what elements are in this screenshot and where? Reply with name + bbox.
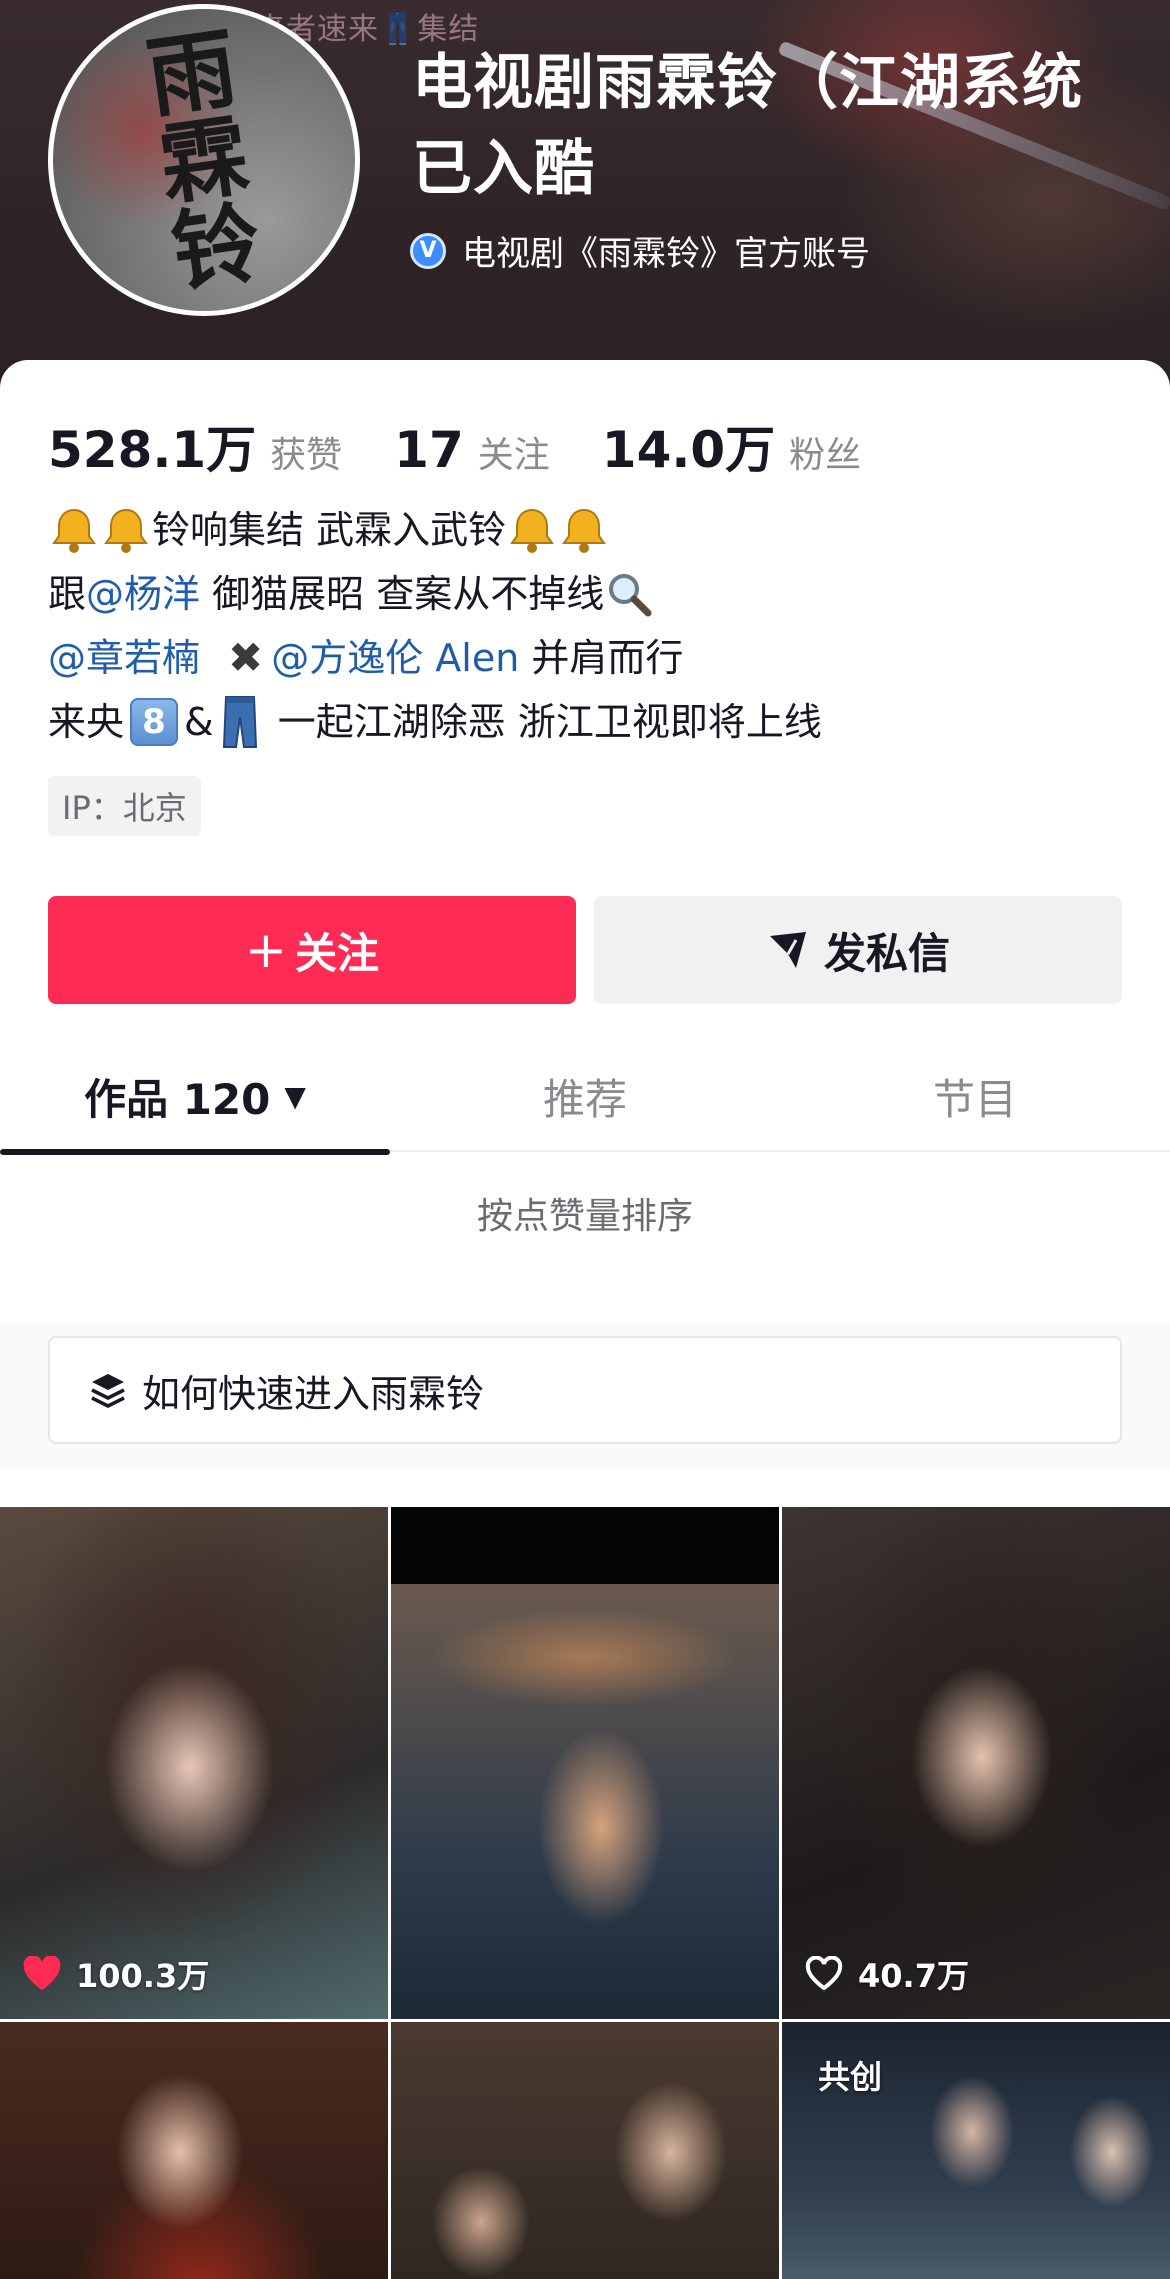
stat-followers[interactable]: 14.0万 粉丝 [602, 410, 861, 482]
bio-line: 来央 8 & 一起江湖除恶 浙江卫视即将上线 [48, 690, 1128, 754]
bio-text: 来央 [48, 700, 125, 744]
tab-label: 推荐 [542, 1074, 627, 1124]
avatar-logo: 雨 霖 铃 [53, 9, 355, 311]
keycap-number-icon: 8 [130, 698, 179, 746]
heart-outline-icon [805, 1956, 843, 1991]
ip-location-tag: IP：北京 [48, 776, 201, 836]
message-button-label: 发私信 [823, 928, 950, 978]
stat-value: 528.1万 [48, 421, 257, 479]
collection-label: 如何快速进入雨霖铃 [142, 1371, 485, 1416]
avatar-logo-char: 铃 [165, 189, 268, 305]
tab-label: 作品 120 [84, 1074, 271, 1124]
bell-icon [100, 504, 152, 556]
like-count-value: 40.7万 [858, 1957, 969, 1995]
plus-icon: + [245, 921, 287, 979]
bell-icon [506, 504, 558, 556]
stat-label: 获赞 [270, 435, 343, 476]
bio-text: 一起江湖除恶 浙江卫视即将上线 [265, 700, 822, 744]
bio-text: 铃响集结 武霖入武铃 [152, 508, 507, 552]
tab-programs[interactable]: 节目 [780, 1040, 1170, 1152]
tab-recommended[interactable]: 推荐 [390, 1040, 780, 1152]
jeans-icon [214, 695, 266, 749]
send-icon [769, 932, 806, 968]
bio: 铃响集结 武霖入武铃 跟 @杨洋 御猫展昭 查案从不掉线 @章若楠 ✖ @方逸伦… [48, 498, 1128, 754]
profile-banner: 来者速来👖集结 雨 霖 铃 电视剧雨霖铃（江湖系统已入酷 V 电视剧《雨霖铃》官… [0, 0, 1170, 400]
like-count: 100.3万 [22, 1951, 209, 1997]
video-thumbnail[interactable] [0, 2022, 388, 2279]
tab-label: 节目 [932, 1074, 1017, 1124]
layers-icon [91, 1374, 125, 1408]
collection-entry[interactable]: 如何快速进入雨霖铃 [48, 1336, 1122, 1444]
tab-works[interactable]: 作品 120 ▼ [0, 1040, 390, 1155]
mention-link[interactable]: @杨洋 [86, 562, 200, 626]
stats-row: 528.1万 获赞 17 关注 14.0万 粉丝 [48, 410, 913, 482]
mention-link[interactable]: @方逸伦 Alen [271, 626, 519, 690]
bio-line: @章若楠 ✖ @方逸伦 Alen 并肩而行 [48, 626, 1128, 690]
bio-text: 御猫展昭 查案从不掉线 [200, 572, 605, 616]
message-button[interactable]: 发私信 [594, 896, 1122, 1004]
bio-line: 铃响集结 武霖入武铃 [48, 498, 1128, 562]
heart-filled-icon [23, 1956, 61, 1990]
verification-row: V 电视剧《雨霖铃》官方账号 [410, 226, 870, 275]
avatar[interactable]: 雨 霖 铃 [48, 4, 360, 316]
video-thumbnail[interactable] [391, 2022, 779, 2279]
follow-button[interactable]: + 关注 [48, 896, 576, 1004]
profile-tabs: 作品 120 ▼ 推荐 节目 [0, 1040, 1170, 1155]
verification-text: 电视剧《雨霖铃》官方账号 [462, 234, 870, 274]
sort-by-likes[interactable]: 按点赞量排序 [0, 1154, 1170, 1272]
video-thumbnail[interactable]: 100.3万 [0, 1507, 388, 2019]
stat-label: 关注 [477, 435, 550, 476]
like-count: 40.7万 [804, 1951, 969, 1997]
bio-line: 跟 @杨洋 御猫展昭 查案从不掉线 [48, 562, 1128, 626]
display-name: 电视剧雨霖铃（江湖系统已入酷 [412, 48, 1083, 204]
follow-button-label: 关注 [294, 928, 379, 978]
mention-link[interactable]: @章若楠 [48, 626, 200, 690]
like-count-value: 100.3万 [76, 1957, 210, 1995]
video-thumbnail[interactable]: 40.7万 [782, 1507, 1170, 2019]
video-thumbnail[interactable]: 共创 [782, 2022, 1170, 2279]
caret-down-icon: ▼ [284, 1079, 306, 1113]
stat-following[interactable]: 17 关注 [394, 421, 550, 479]
stat-likes: 528.1万 获赞 [48, 410, 342, 482]
bio-text: 并肩而行 [519, 636, 684, 680]
verified-v-icon: V [410, 232, 446, 269]
video-thumbnail[interactable] [391, 1507, 779, 2019]
bio-text: 跟 [48, 572, 87, 616]
bell-icon [558, 504, 610, 556]
stat-value: 14.0万 [601, 421, 776, 479]
cross-icon: ✖ [228, 633, 264, 682]
stat-label: 粉丝 [789, 435, 862, 476]
cocreate-badge: 共创 [818, 2058, 883, 2096]
magnifier-icon [604, 569, 654, 619]
bell-icon [48, 504, 100, 556]
stat-value: 17 [394, 421, 464, 479]
bio-text: & [184, 700, 214, 744]
